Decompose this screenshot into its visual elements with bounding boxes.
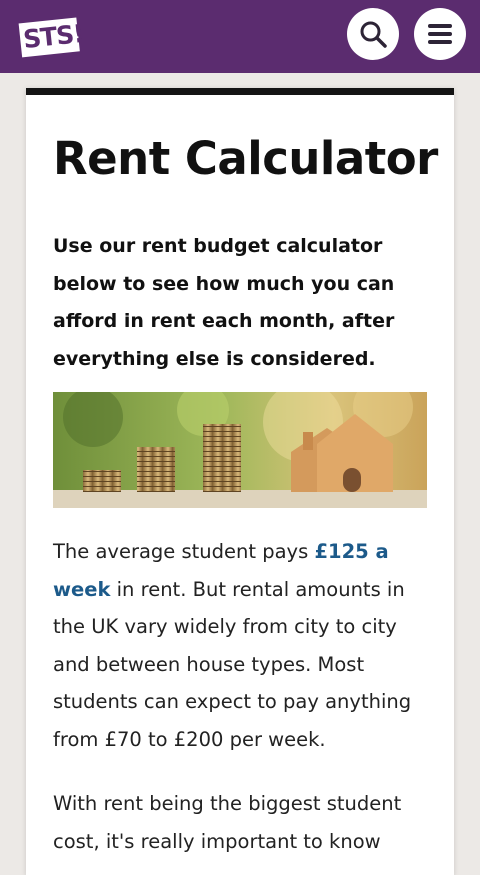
coins-house-image: [53, 392, 427, 508]
average-rent-paragraph: The average student pays £125 a week in …: [53, 533, 433, 758]
page-title: Rent Calculator: [53, 132, 438, 185]
search-icon: [360, 21, 387, 48]
rent-cost-paragraph: With rent being the biggest student cost…: [53, 792, 402, 853]
menu-button[interactable]: [414, 8, 466, 60]
menu-icon: [428, 24, 452, 44]
intro-text: Use our rent budget calculator below to …: [53, 235, 395, 370]
logo-text: STS!: [21, 18, 85, 55]
site-header: STS!: [0, 0, 480, 73]
article-card: Rent Calculator Use our rent budget calc…: [26, 88, 454, 875]
sts-logo[interactable]: STS!: [18, 13, 88, 58]
paragraph1-start: The average student pays: [53, 540, 315, 563]
paragraph1-end: in rent. But rental amounts in the UK va…: [53, 577, 412, 751]
search-button[interactable]: [347, 8, 399, 60]
